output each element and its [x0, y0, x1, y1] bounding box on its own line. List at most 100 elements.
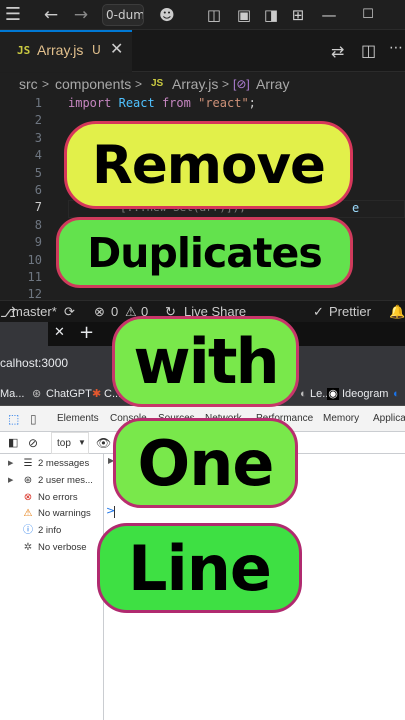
error-count[interactable]: 0 [111, 301, 118, 323]
line-number: 8 [34, 217, 42, 232]
js-file-icon: JS [17, 44, 31, 57]
bug-icon: ✲ [23, 542, 33, 553]
sidebar-item-label: No verbose [38, 542, 87, 553]
menu-icon[interactable]: ☰ [0, 0, 26, 30]
sidebar-filter-item[interactable]: ⚠ No warnings [4, 506, 104, 522]
breadcrumb-components[interactable]: components [55, 73, 131, 95]
chevron-right-icon: > [222, 77, 230, 91]
breadcrumb-src[interactable]: src [19, 73, 38, 95]
maximize-icon[interactable]: ☐ [357, 0, 379, 30]
bookmark[interactable]: Ma... [0, 382, 24, 406]
text-cursor [114, 506, 115, 518]
bookmark[interactable]: ChatGPT [46, 382, 92, 406]
untracked-badge: U [92, 43, 101, 57]
tab-filename: Array.js [37, 42, 84, 58]
bookmark-icon: ◐ [393, 388, 400, 400]
expand-caret-icon[interactable]: ▶ [8, 456, 13, 472]
ideogram-icon: ◉ [327, 388, 339, 400]
browser-tab[interactable] [0, 322, 48, 346]
line-number: 7 [34, 200, 42, 215]
tab-application[interactable]: Applica [373, 406, 405, 432]
title-line-5: Line [97, 523, 302, 613]
keyword: import [68, 96, 112, 110]
list-icon: ☰ [23, 458, 33, 469]
sidebar-filter-item[interactable]: ▶ ⊛ 2 user mes... [4, 473, 104, 489]
sidebar-filter-item[interactable]: ⓘ 2 info [4, 523, 104, 539]
keyword: from [161, 96, 191, 110]
panel-icon[interactable]: ▣ [233, 0, 255, 30]
title-bar: ☰ ← → 0-dum ☻ ◫ ▣ ◨ ⊞ — ☐ [0, 0, 405, 30]
string: "react" [198, 96, 249, 110]
notification-bell-icon[interactable]: 🔔 [389, 301, 405, 323]
sidebar-item-label: 2 messages [38, 458, 90, 469]
bookmark-icon: ◐ [300, 388, 307, 400]
compare-icon[interactable]: ⇄ [331, 42, 344, 61]
sidebar-filter-item[interactable]: ⊗ No errors [4, 490, 104, 506]
title-line-1: Remove [64, 121, 353, 209]
line-number: 2 [34, 113, 42, 128]
bookmark-icon: ✱ [92, 388, 102, 400]
new-tab-button[interactable]: + [79, 322, 94, 343]
command-center-search[interactable]: 0-dum [102, 4, 144, 26]
tab-array-js[interactable]: JS Array.js U ✕ [0, 30, 132, 72]
close-tab-icon[interactable]: ✕ [54, 325, 65, 340]
sidebar-filter-item[interactable]: ▶ ☰ 2 messages [4, 456, 104, 472]
clear-console-icon[interactable]: ⊘ [28, 432, 38, 454]
info-icon: ⓘ [23, 525, 33, 537]
eye-icon[interactable]: 👁 [96, 432, 111, 454]
chevron-right-icon: > [42, 77, 50, 91]
forward-arrow-icon[interactable]: → [68, 0, 94, 30]
prettier-button[interactable]: Prettier [329, 301, 371, 323]
line-number: 3 [34, 130, 42, 145]
tab-elements[interactable]: Elements [57, 406, 99, 432]
chatgpt-icon: ⊛ [32, 388, 42, 400]
back-arrow-icon[interactable]: ← [38, 0, 64, 30]
check-icon: ✓ [313, 304, 324, 319]
line-number: 10 [27, 252, 42, 267]
code-line-7[interactable]: e [352, 201, 359, 215]
punctuation: ; [248, 96, 256, 110]
breadcrumb-file[interactable]: Array.js [172, 73, 218, 95]
title-line-3: with [112, 316, 299, 407]
layout-icon[interactable]: ◫ [203, 0, 225, 30]
close-icon[interactable]: ✕ [110, 39, 123, 58]
split-icon[interactable]: ◨ [260, 0, 282, 30]
sidebar-item-label: No errors [38, 491, 78, 503]
chevron-down-icon: ▼ [78, 438, 86, 447]
identifier: React [118, 96, 155, 110]
line-number: 4 [34, 148, 42, 163]
error-icon[interactable]: ⊗ [94, 301, 105, 323]
js-file-icon: JS [151, 78, 164, 89]
sidebar-item-label: No warnings [38, 508, 91, 520]
sidebar-filter-item[interactable]: ✲ No verbose [4, 540, 104, 556]
error-icon: ⊗ [23, 491, 33, 503]
more-actions-icon[interactable]: ⋯ [389, 40, 403, 56]
line-number: 5 [34, 165, 42, 180]
git-branch[interactable]: master* [12, 301, 57, 323]
url-text[interactable]: calhost:3000 [0, 356, 68, 370]
line-number: 1 [34, 96, 42, 110]
bookmark[interactable]: Ideogram [342, 382, 388, 406]
sidebar-item-label: 2 user mes... [38, 474, 93, 486]
minimize-icon[interactable]: — [318, 0, 340, 30]
sidebar-toggle-icon[interactable]: ◧ [8, 432, 18, 454]
inspect-element-icon[interactable]: ⬚ [8, 406, 19, 432]
sidebar-item-label: 2 info [38, 525, 62, 537]
title-line-2: Duplicates [56, 217, 353, 288]
copilot-icon[interactable]: ☻ [156, 0, 178, 30]
user-icon: ⊛ [23, 474, 33, 486]
tab-memory[interactable]: Memory [323, 406, 359, 432]
line-number: 9 [34, 235, 42, 250]
code-line-1[interactable]: import React from "react"; [68, 96, 256, 110]
line-number: 6 [34, 183, 42, 197]
breadcrumb-symbol[interactable]: Array [256, 73, 289, 95]
warning-icon: ⚠ [23, 508, 33, 520]
console-sidebar: ▶ ☰ 2 messages ▶ ⊛ 2 user mes... ⊗ No errors ⚠ No… [0, 454, 104, 720]
device-toolbar-icon[interactable]: ▯ [30, 406, 37, 432]
sync-icon[interactable]: ⟳ [64, 301, 75, 323]
title-line-4: One [113, 418, 298, 508]
grid-icon[interactable]: ⊞ [287, 0, 309, 30]
expand-caret-icon[interactable]: ▶ [8, 473, 13, 489]
split-editor-icon[interactable]: ◫ [361, 41, 376, 60]
line-number: 11 [27, 270, 42, 284]
